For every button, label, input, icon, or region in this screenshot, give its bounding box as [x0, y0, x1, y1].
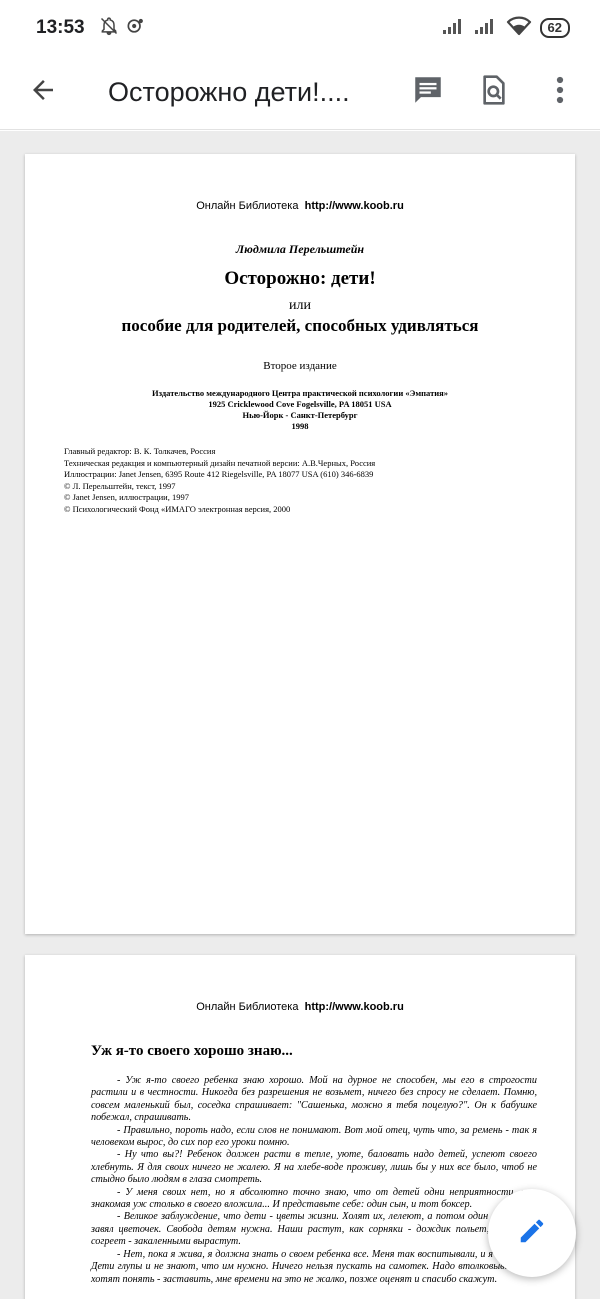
wifi-icon	[506, 16, 532, 41]
edit-pencil-icon	[517, 1216, 547, 1251]
more-options-button[interactable]	[538, 71, 582, 115]
document-search-icon	[478, 73, 510, 112]
edit-fab-button[interactable]	[488, 1189, 576, 1277]
chapter-title: Уж я-то своего хорошо знаю...	[91, 1043, 293, 1059]
back-button[interactable]	[22, 72, 64, 114]
book-subtitle: пособие для родителей, способных удивлят…	[121, 316, 479, 335]
app-bar: Осторожно дети!....	[0, 56, 600, 130]
notification-app-icon	[125, 16, 145, 41]
book-title: Осторожно: дети!	[224, 268, 376, 289]
battery-icon: 62	[539, 18, 570, 38]
paragraph: - Нет, пока я жива, я должна знать о сво…	[91, 1248, 537, 1285]
find-in-document-button[interactable]	[472, 71, 516, 115]
paragraph: - Уж я-то своего ребенка знаю хорошо. Мо…	[91, 1075, 537, 1124]
library-header: Онлайн Библиотека http://www.koob.ru	[196, 1001, 404, 1013]
document-page-1: Онлайн Библиотека http://www.koob.ru Люд…	[25, 154, 575, 934]
more-vert-icon	[555, 75, 565, 110]
library-header: Онлайн Библиотека http://www.koob.ru	[196, 200, 404, 212]
credits-block: Главный редактор: В. К. Толкачев, Россия…	[64, 446, 376, 514]
back-arrow-icon	[28, 75, 58, 110]
paragraph: - У меня своих нет, но я абсолютно точно…	[91, 1186, 537, 1211]
book-author: Людмила Перельштейн	[235, 242, 365, 256]
library-url[interactable]: http://www.koob.ru	[305, 200, 404, 212]
comment-icon	[411, 73, 445, 112]
bell-off-icon	[99, 16, 119, 41]
book-edition: Второе издание	[263, 360, 337, 372]
paragraph: - Ну что вы?! Ребенок должен расти в теп…	[91, 1149, 537, 1186]
title-conjunction: или	[289, 298, 311, 313]
status-bar: 13:53 62	[0, 0, 600, 56]
comments-button[interactable]	[406, 71, 450, 115]
document-title: Осторожно дети!....	[108, 77, 350, 107]
paragraph: - Великое заблуждение, что дети - цветы …	[91, 1211, 537, 1248]
signal-icon	[442, 17, 466, 40]
paragraph: - Правильно, пороть надо, если слов не п…	[91, 1124, 537, 1149]
document-viewer[interactable]: Онлайн Библиотека http://www.koob.ru Люд…	[0, 131, 600, 1299]
chapter-body: - Уж я-то своего ребенка знаю хорошо. Мо…	[91, 1075, 537, 1286]
publisher-block: Издательство международного Центра практ…	[152, 388, 448, 431]
library-url[interactable]: http://www.koob.ru	[305, 1001, 404, 1013]
signal-icon	[474, 17, 498, 40]
status-time: 13:53	[36, 17, 85, 38]
